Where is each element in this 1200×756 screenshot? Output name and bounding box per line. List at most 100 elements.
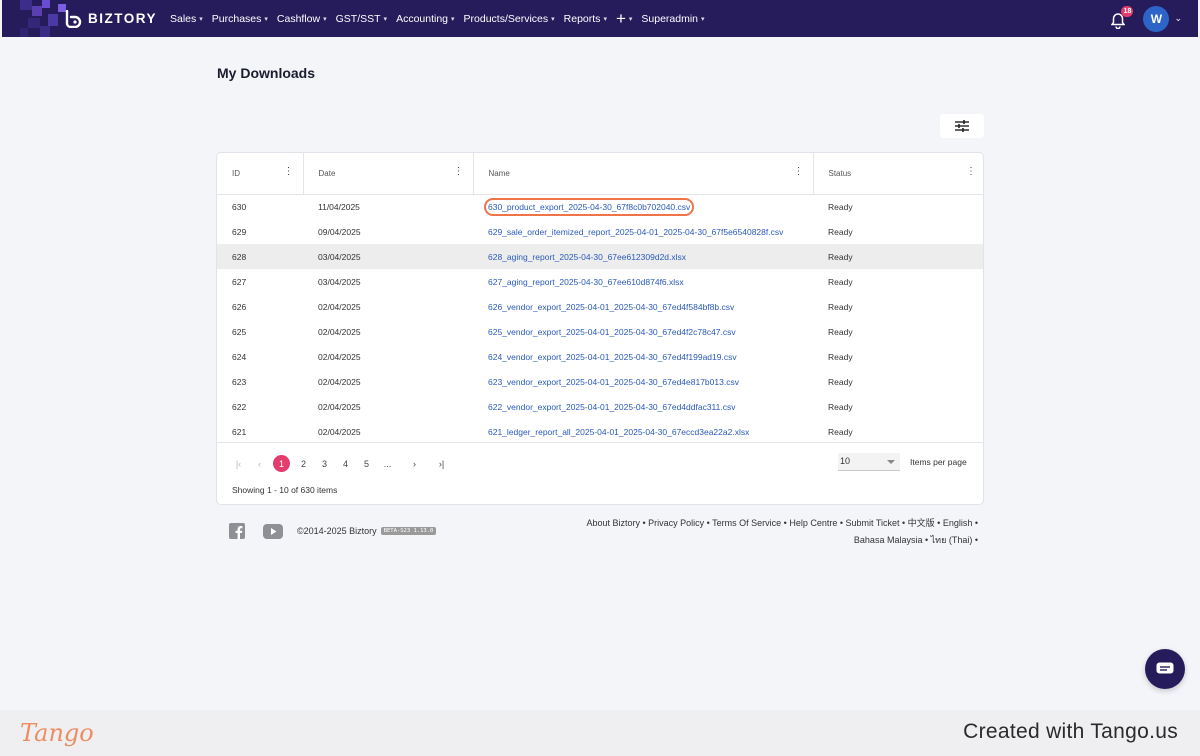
download-link[interactable]: 627_aging_report_2025-04-30_67ee610d874f…	[488, 277, 684, 287]
table-row: 626 02/04/2025 626_vendor_export_2025-04…	[217, 294, 983, 319]
cell-name: 623_vendor_export_2025-04-01_2025-04-30_…	[473, 369, 813, 394]
chat-bubble-icon	[1156, 662, 1174, 674]
table-header-row: ID ⋮ Date ⋮ Name ⋮ Status ⋮	[217, 153, 983, 195]
cell-status: Ready	[828, 426, 853, 437]
footer-left: ©2014-2025 Biztory BETA-S23 1.13.0	[229, 523, 437, 539]
nav-label: Sales	[170, 12, 197, 25]
column-header-date[interactable]: Date ⋮	[303, 153, 474, 195]
column-menu-icon[interactable]: ⋮	[794, 167, 804, 177]
table-row: 624 02/04/2025 624_vendor_export_2025-04…	[217, 344, 983, 369]
main-nav: Sales ▾ Purchases ▾ Cashflow ▾ GST/SST ▾ Acc…	[170, 10, 705, 27]
page-title: My Downloads	[217, 65, 316, 81]
cell-id: 624	[232, 351, 247, 362]
cell-date: 11/04/2025	[318, 201, 360, 212]
cell-date: 02/04/2025	[318, 351, 361, 362]
nav-accounting[interactable]: Accounting ▾	[396, 13, 454, 25]
downloads-table: ID ⋮ Date ⋮ Name ⋮ Status ⋮ 630 11/04/2025 6…	[217, 153, 983, 444]
notification-count-badge: 18	[1121, 5, 1134, 17]
page-button-5[interactable]: 5	[359, 455, 374, 472]
nav-superadmin[interactable]: Superadmin ▾	[641, 13, 704, 25]
download-link[interactable]: 624_vendor_export_2025-04-01_2025-04-30_…	[488, 352, 737, 362]
column-menu-icon[interactable]: ⋮	[284, 167, 294, 177]
download-link[interactable]: 621_ledger_report_all_2025-04-01_2025-04…	[488, 427, 749, 437]
brand-logo[interactable]: BIZTORY	[2, 0, 162, 37]
youtube-icon[interactable]	[263, 523, 283, 539]
nav-purchases[interactable]: Purchases ▾	[212, 13, 268, 25]
download-link[interactable]: 622_vendor_export_2025-04-01_2025-04-30_…	[488, 402, 735, 412]
last-page-button[interactable]: ›|	[434, 455, 449, 472]
column-menu-icon[interactable]: ⋮	[966, 167, 976, 177]
cell-status: Ready	[828, 201, 853, 212]
page-button-2[interactable]: 2	[296, 455, 311, 472]
caret-down-icon: ▾	[264, 15, 268, 23]
cell-name: 624_vendor_export_2025-04-01_2025-04-30_…	[473, 344, 813, 369]
items-per-page: 10 Items per page	[838, 453, 967, 471]
cell-id: 623	[232, 376, 247, 387]
nav-sales[interactable]: Sales ▾	[170, 13, 203, 25]
cell-status: Ready	[828, 351, 853, 362]
cell-name: 626_vendor_export_2025-04-01_2025-04-30_…	[473, 294, 813, 319]
page-ellipsis-button[interactable]: ...	[380, 455, 395, 472]
cell-date: 03/04/2025	[318, 276, 361, 287]
nav-label: Reports	[563, 12, 601, 25]
nav-label: Products/Services	[463, 12, 549, 25]
filter-settings-button[interactable]	[940, 114, 984, 138]
caret-down-icon: ▾	[323, 15, 327, 23]
items-per-page-label: Items per page	[910, 457, 967, 467]
cell-status: Ready	[828, 376, 853, 387]
biztory-logo-icon	[65, 9, 82, 28]
cell-name: 630_product_export_2025-04-30_67f8c0b702…	[473, 194, 813, 219]
chat-support-button[interactable]	[1145, 649, 1185, 689]
footer-links-line-1[interactable]: About Biztory • Privacy Policy • Terms O…	[548, 515, 978, 532]
column-header-status[interactable]: Status ⋮	[813, 153, 983, 195]
notifications-button[interactable]: 18	[1111, 5, 1134, 29]
column-header-name[interactable]: Name ⋮	[473, 153, 814, 195]
footer-links: About Biztory • Privacy Policy • Terms O…	[548, 515, 978, 549]
page-button-4[interactable]: 4	[338, 455, 353, 472]
cell-name: 629_sale_order_itemized_report_2025-04-0…	[473, 219, 813, 244]
facebook-icon[interactable]	[229, 523, 245, 539]
cell-date: 09/04/2025	[318, 226, 361, 237]
cell-name: 625_vendor_export_2025-04-01_2025-04-30_…	[473, 319, 813, 344]
download-link[interactable]: 630_product_export_2025-04-30_67f8c0b702…	[483, 197, 695, 216]
column-header-id[interactable]: ID ⋮	[217, 153, 304, 195]
avatar: W	[1143, 5, 1170, 32]
column-header-label: Name	[488, 168, 510, 178]
next-page-button[interactable]: ›	[407, 455, 422, 472]
download-link[interactable]: 623_vendor_export_2025-04-01_2025-04-30_…	[488, 377, 739, 387]
download-link[interactable]: 628_aging_report_2025-04-30_67ee612309d2…	[488, 252, 686, 262]
cell-status: Ready	[828, 326, 853, 337]
column-header-label: Status	[828, 168, 852, 178]
tango-logo: Tango	[20, 719, 94, 747]
download-link[interactable]: 626_vendor_export_2025-04-01_2025-04-30_…	[488, 302, 734, 312]
nav-gst-sst[interactable]: GST/SST ▾	[336, 13, 387, 25]
user-menu[interactable]: W ⌄	[1143, 5, 1182, 32]
version-badge: BETA-S23 1.13.0	[380, 527, 437, 535]
first-page-button[interactable]: |‹	[231, 455, 246, 472]
page-button-3[interactable]: 3	[317, 455, 332, 472]
page-button-1[interactable]: 1	[273, 455, 290, 472]
prev-page-button[interactable]: ‹	[252, 455, 267, 472]
tango-watermark-bar: Tango Created with Tango.us	[0, 710, 1200, 756]
nav-quick-add[interactable]: + ▾	[616, 10, 632, 27]
cell-id: 625	[232, 326, 247, 337]
nav-reports[interactable]: Reports ▾	[564, 13, 607, 25]
nav-products-services[interactable]: Products/Services ▾	[464, 13, 555, 25]
cell-date: 02/04/2025	[318, 326, 361, 337]
pagination: |‹ ‹ 1 2 3 4 5 ... › ›| 10 Items per pag…	[217, 442, 983, 504]
footer-links-line-2[interactable]: Bahasa Malaysia • ไทย (Thai) •	[548, 532, 978, 549]
items-per-page-select[interactable]: 10	[838, 453, 900, 471]
cell-date: 02/04/2025	[318, 376, 361, 387]
table-row: 621 02/04/2025 621_ledger_report_all_202…	[217, 419, 983, 444]
copyright: ©2014-2025 Biztory BETA-S23 1.13.0	[297, 526, 437, 536]
column-menu-icon[interactable]: ⋮	[454, 167, 464, 177]
cell-name: 621_ledger_report_all_2025-04-01_2025-04…	[473, 419, 813, 444]
download-link[interactable]: 629_sale_order_itemized_report_2025-04-0…	[488, 227, 783, 237]
cell-status: Ready	[828, 301, 853, 312]
cell-id: 621	[232, 426, 247, 437]
nav-cashflow[interactable]: Cashflow ▾	[277, 13, 327, 25]
cell-date: 03/04/2025	[303, 244, 473, 269]
download-link[interactable]: 625_vendor_export_2025-04-01_2025-04-30_…	[488, 327, 736, 337]
cell-date: 02/04/2025	[318, 301, 361, 312]
brand-name: BIZTORY	[88, 11, 158, 26]
